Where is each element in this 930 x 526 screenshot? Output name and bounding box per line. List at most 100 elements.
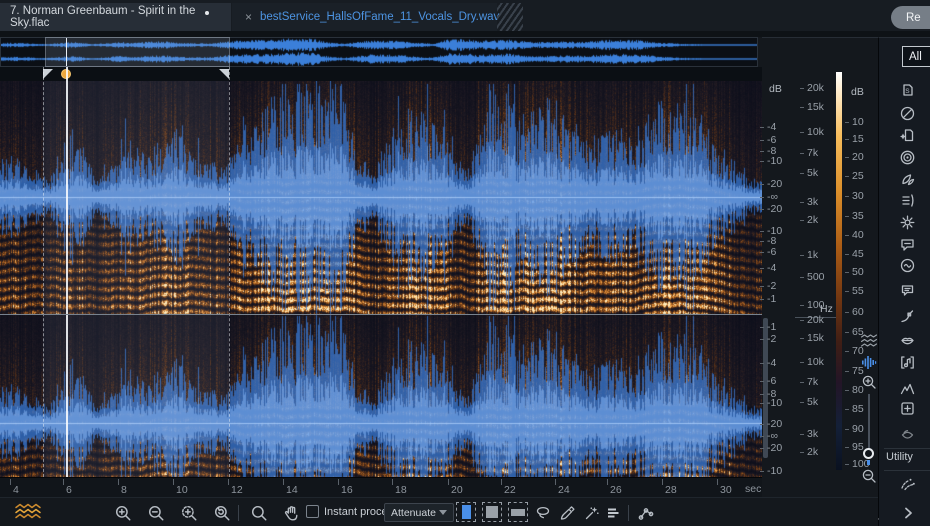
time-frequency-selection-tool[interactable] (482, 502, 502, 522)
spectrogram-colorbar[interactable] (836, 72, 842, 470)
spectrogram-view-icon[interactable] (860, 334, 878, 348)
repair-assistant-icon[interactable] (898, 399, 917, 418)
freq-scale-label: 5k (800, 396, 818, 408)
amp-ruler-unit: dB (769, 83, 782, 95)
spectral-repair-icon[interactable] (898, 379, 917, 398)
time-ruler-unit: sec (745, 483, 762, 495)
amp-scale-label: -2 (760, 333, 776, 345)
de-reverb-icon[interactable] (898, 191, 917, 210)
amp-scale-label: -4 (760, 357, 776, 369)
de-hum-icon[interactable] (898, 148, 917, 167)
mouth-de-click-icon[interactable] (898, 425, 917, 444)
colorbar-scale-label: 20 (845, 151, 864, 163)
de-crackle-icon[interactable] (898, 126, 917, 145)
de-ess-icon[interactable] (898, 256, 917, 275)
tab-active-file[interactable]: × bestService_HallsOfFame_11_Vocals_Dry.… (232, 3, 500, 31)
render-button[interactable]: Re (891, 6, 930, 29)
tab-modified-dot (205, 11, 209, 15)
dialogue-contour-icon[interactable] (898, 281, 917, 300)
colorbar-scale-label: 30 (845, 190, 864, 202)
hand-tool-icon[interactable] (282, 503, 301, 522)
colorbar-scale-label: 95 (845, 441, 864, 453)
amp-scale-label: -20 (760, 178, 782, 190)
selection-right-handle[interactable] (219, 69, 229, 79)
colorbar-scale-label: 25 (845, 170, 864, 182)
de-bleed-icon[interactable]: S (898, 81, 917, 100)
waveform-view-icon[interactable] (861, 355, 877, 375)
music-rebalance-icon[interactable] (898, 353, 917, 372)
find-similar-icon[interactable] (604, 504, 622, 522)
tab-inactive-label: 7. Norman Greenbaum - Spirit in the Sky.… (10, 5, 196, 29)
overview-visible-window[interactable] (45, 37, 230, 67)
brush-tool-icon[interactable] (558, 504, 576, 522)
amp-scale-label: -4 (760, 121, 776, 133)
selection-region[interactable] (43, 81, 229, 477)
freq-scale-label: 15k (800, 332, 824, 344)
selection-marker-band[interactable] (0, 67, 762, 81)
freq-scale-label: 5k (800, 167, 818, 179)
tab-close-icon[interactable]: × (245, 10, 252, 24)
magic-wand-icon[interactable] (582, 504, 600, 522)
dialogue-isolate-icon[interactable] (898, 235, 917, 254)
zoom-selection-icon[interactable] (180, 504, 198, 522)
rx-audio-editor-window: 7. Norman Greenbaum - Spirit in the Sky.… (0, 0, 930, 526)
process-mode-dropdown[interactable]: Attenuate (384, 503, 454, 522)
signal-chain-icon[interactable] (636, 504, 656, 522)
colorbar-scale-label: 55 (845, 285, 864, 297)
channel-divider[interactable] (0, 314, 762, 315)
colorbar-scale-label: 60 (845, 306, 864, 318)
time-ruler[interactable]: 4 6 8 10 12 14 16 18 20 22 24 26 28 30 (0, 477, 762, 497)
selection-left-edge[interactable] (43, 67, 44, 477)
amp-scale-label: -20 (760, 418, 782, 430)
svg-text:S: S (905, 88, 910, 95)
freq-scale-label: 500 (800, 271, 825, 283)
spectrogram-settings-icon[interactable] (14, 502, 44, 522)
vertical-zoom-slider-handle[interactable] (863, 448, 874, 459)
freq-scale-label: 20k (800, 314, 824, 326)
amp-scale-label: -10 (760, 465, 782, 477)
selection-left-handle[interactable] (43, 69, 53, 79)
frequency-selection-tool[interactable] (508, 502, 528, 522)
batch-utility-icon[interactable] (898, 474, 917, 493)
lasso-tool-icon[interactable] (534, 504, 552, 522)
zoom-tool-icon[interactable] (250, 504, 268, 522)
zoom-in-icon[interactable] (114, 504, 132, 522)
freq-scale-label: 3k (800, 196, 818, 208)
zoom-reset-icon[interactable] (213, 504, 231, 522)
automation-curve-icon[interactable] (898, 307, 917, 326)
amp-scale-label: -6 (760, 375, 776, 387)
vertical-zoom-slider-tick (867, 460, 870, 465)
colorbar-scale-label: 35 (845, 210, 864, 222)
amp-scale-label: -20 (760, 203, 782, 215)
amp-scale-label: -∞ (760, 191, 778, 203)
amp-scale-label: -20 (760, 442, 782, 454)
module-filter-all-button[interactable]: All (902, 46, 930, 67)
selection-right-edge[interactable] (229, 67, 230, 477)
freq-scale-label: 20k (800, 82, 824, 94)
colorbar-scale-label: 50 (845, 266, 864, 278)
amp-scale-label: -10 (760, 397, 782, 409)
tab-bar: 7. Norman Greenbaum - Spirit in the Sky.… (0, 0, 930, 31)
instant-process-checkbox[interactable] (306, 505, 319, 518)
tab-inactive-file[interactable]: 7. Norman Greenbaum - Spirit in the Sky.… (0, 3, 231, 31)
freq-scale-label: 1k (800, 249, 818, 261)
de-rustle-icon[interactable] (898, 213, 917, 232)
zoom-out-icon[interactable] (147, 504, 165, 522)
playhead-line (66, 67, 68, 477)
amp-scale-label: -∞ (760, 430, 778, 442)
tab-active-label: bestService_HallsOfFame_11_Vocals_Dry.wa… (260, 11, 500, 23)
freq-scale-label: 10k (800, 126, 824, 138)
time-selection-tool[interactable] (456, 502, 476, 522)
amp-scale-label: -2 (760, 280, 776, 292)
breath-control-icon[interactable] (898, 331, 917, 350)
de-clip-icon[interactable] (898, 104, 917, 123)
amp-scale-label: -1 (760, 321, 776, 333)
de-noise-icon[interactable] (898, 170, 917, 189)
vertical-zoom-in-icon[interactable] (861, 374, 877, 390)
colorbar-scale-label: 40 (845, 229, 864, 241)
panel-collapse-chevron-icon[interactable] (898, 503, 917, 522)
tab-drag-hatch (497, 3, 523, 31)
freq-scale-label: 7k (800, 376, 818, 388)
vertical-zoom-slider-track[interactable] (868, 394, 870, 450)
vertical-zoom-out-icon[interactable] (861, 468, 877, 484)
